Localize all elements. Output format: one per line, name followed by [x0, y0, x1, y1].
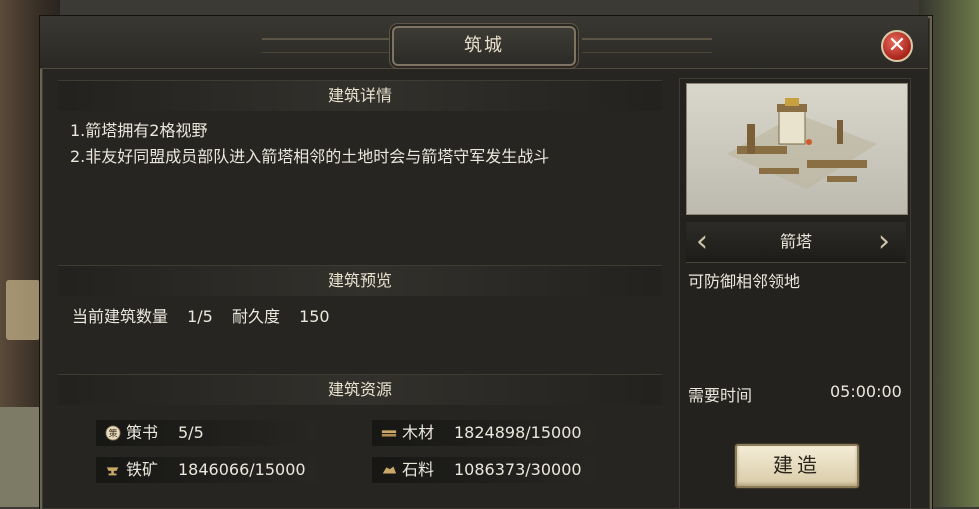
title-ornament-right [582, 38, 712, 53]
count-label: 当前建筑数量 [72, 307, 169, 326]
building-description: 可防御相邻领地 [688, 272, 801, 291]
building-stats: 当前建筑数量 1/5 耐久度 150 [72, 303, 344, 327]
prev-building-arrow-icon[interactable]: ‹ [692, 226, 712, 258]
count-value: 1/5 [187, 307, 213, 326]
stone-icon [382, 466, 397, 474]
resource-label: 铁矿 [126, 460, 159, 479]
resource-value: 1086373/30000 [454, 460, 582, 479]
resource-label: 策书 [126, 423, 159, 442]
dialog-title: 筑城 [392, 26, 576, 66]
building-preview-image [686, 83, 908, 215]
wood-icon [381, 430, 397, 437]
resource-value: 1824898/15000 [454, 423, 582, 442]
resource-stone: 石料 1086373/30000 [372, 457, 594, 483]
iron-anvil-icon [106, 467, 119, 476]
time-label: 需要时间 [688, 386, 753, 405]
details-line-1: 1.箭塔拥有2格视野 [70, 121, 208, 140]
resource-strategy-book: 策 策书 5/5 [96, 420, 318, 446]
resource-value: 1846066/15000 [178, 460, 306, 479]
next-building-arrow-icon[interactable]: › [874, 226, 894, 258]
building-name: 箭塔 [779, 232, 812, 251]
build-button[interactable]: 建造 [735, 444, 859, 488]
resource-iron: 铁矿 1846066/15000 [96, 457, 318, 483]
resource-wood: 木材 1824898/15000 [372, 420, 594, 446]
preview-header: 建筑预览 [58, 265, 662, 296]
resource-label: 木材 [402, 423, 435, 442]
strategy-book-icon: 策 [105, 425, 121, 441]
details-line-2: 2.非友好同盟成员部队进入箭塔相邻的土地时会与箭塔守军发生战斗 [70, 147, 550, 166]
details-text: 1.箭塔拥有2格视野 2.非友好同盟成员部队进入箭塔相邻的土地时会与箭塔守军发生… [70, 118, 660, 170]
durability-value: 150 [299, 307, 330, 326]
arrow-tower-illustration [727, 98, 877, 189]
resources-header: 建筑资源 [58, 374, 662, 405]
durability-label: 耐久度 [231, 307, 280, 326]
resource-value: 5/5 [178, 423, 204, 442]
time-value: 05:00:00 [830, 382, 902, 401]
details-header: 建筑详情 [58, 80, 662, 111]
strategy-book-icon-text: 策 [109, 428, 118, 440]
resource-label: 石料 [402, 460, 435, 479]
title-ornament-left [262, 38, 392, 53]
close-button[interactable]: ✕ [881, 30, 913, 62]
